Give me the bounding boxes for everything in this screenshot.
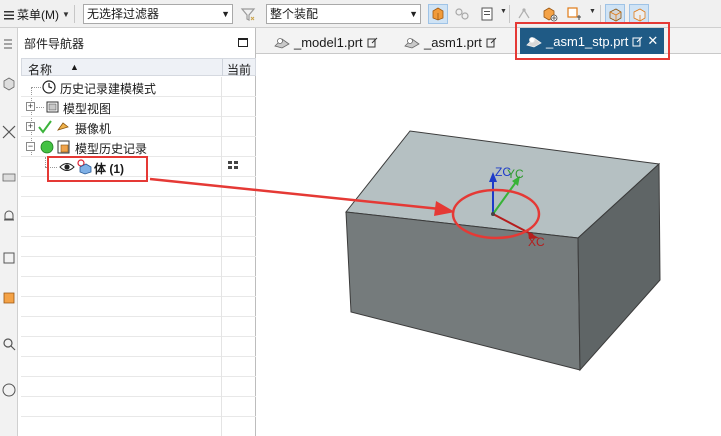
- annotation-arrow: [149, 177, 455, 216]
- nx-window: 菜单(M) ▼ 无选择过滤器 ▼ 整个装配 ▼ ▼ ▼ 部件导航器 名称 ▲ 当…: [0, 0, 721, 436]
